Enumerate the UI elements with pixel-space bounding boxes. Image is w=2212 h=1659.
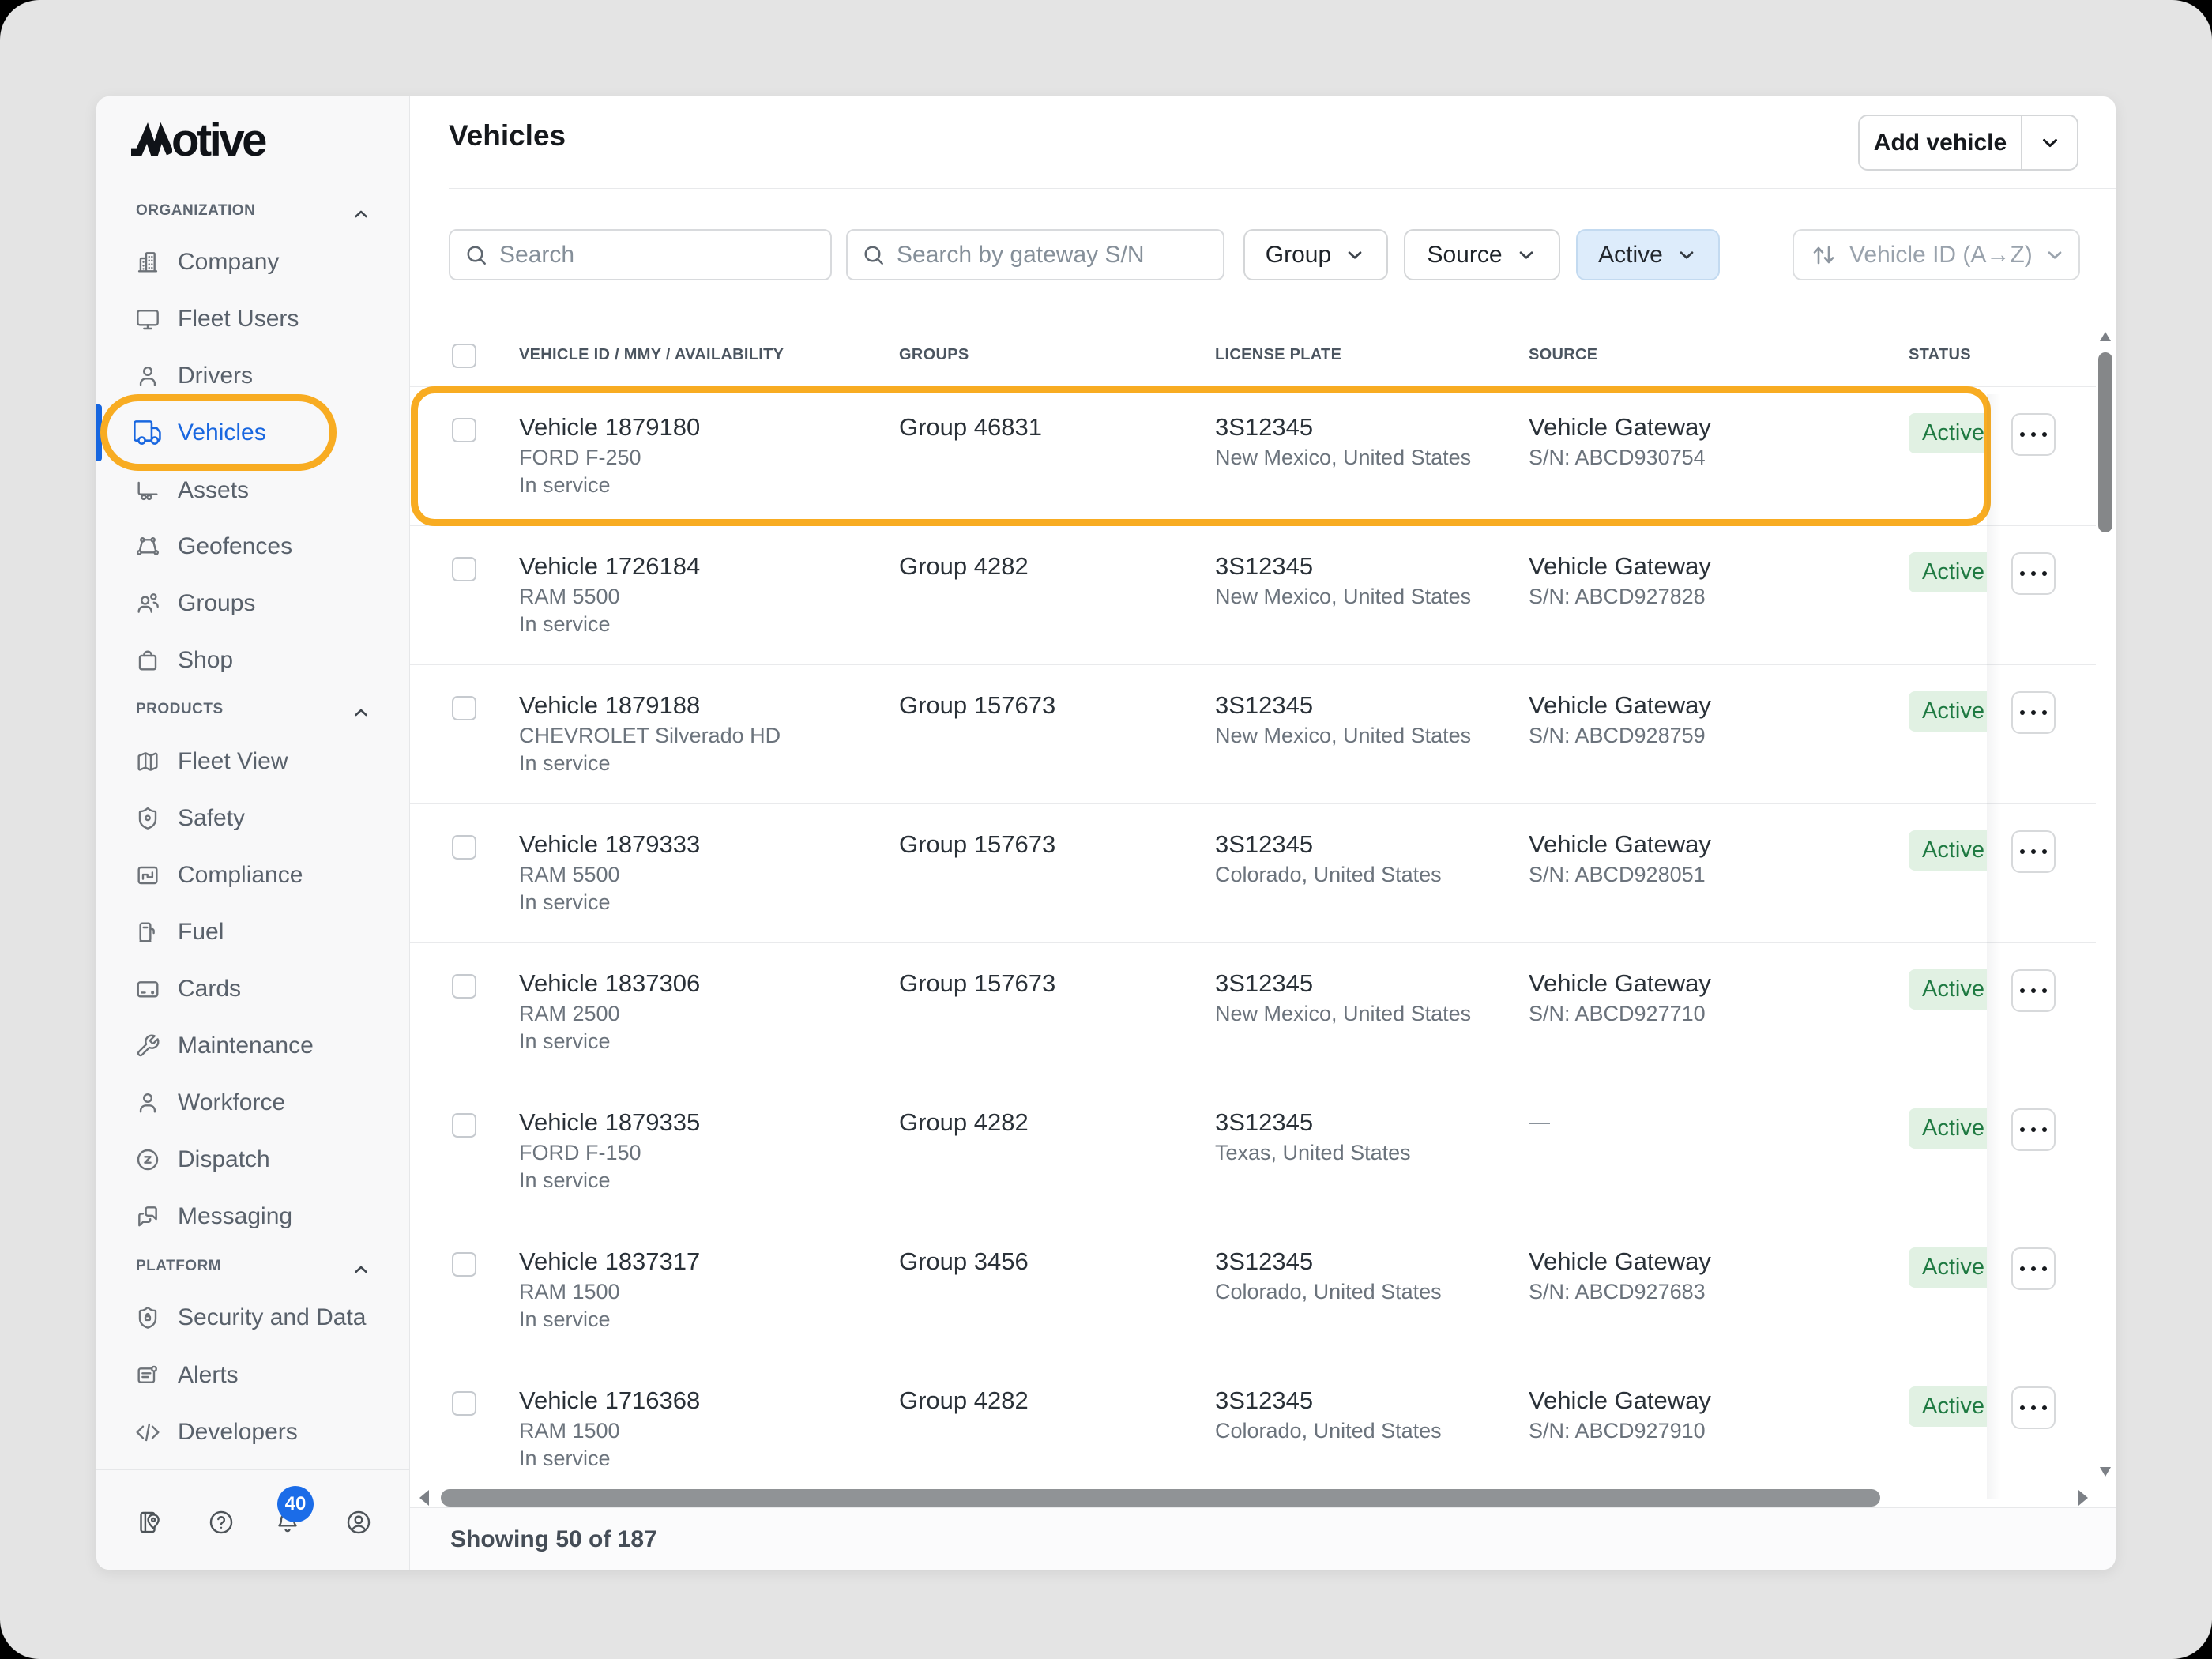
svg-text:otive: otive: [171, 115, 266, 166]
